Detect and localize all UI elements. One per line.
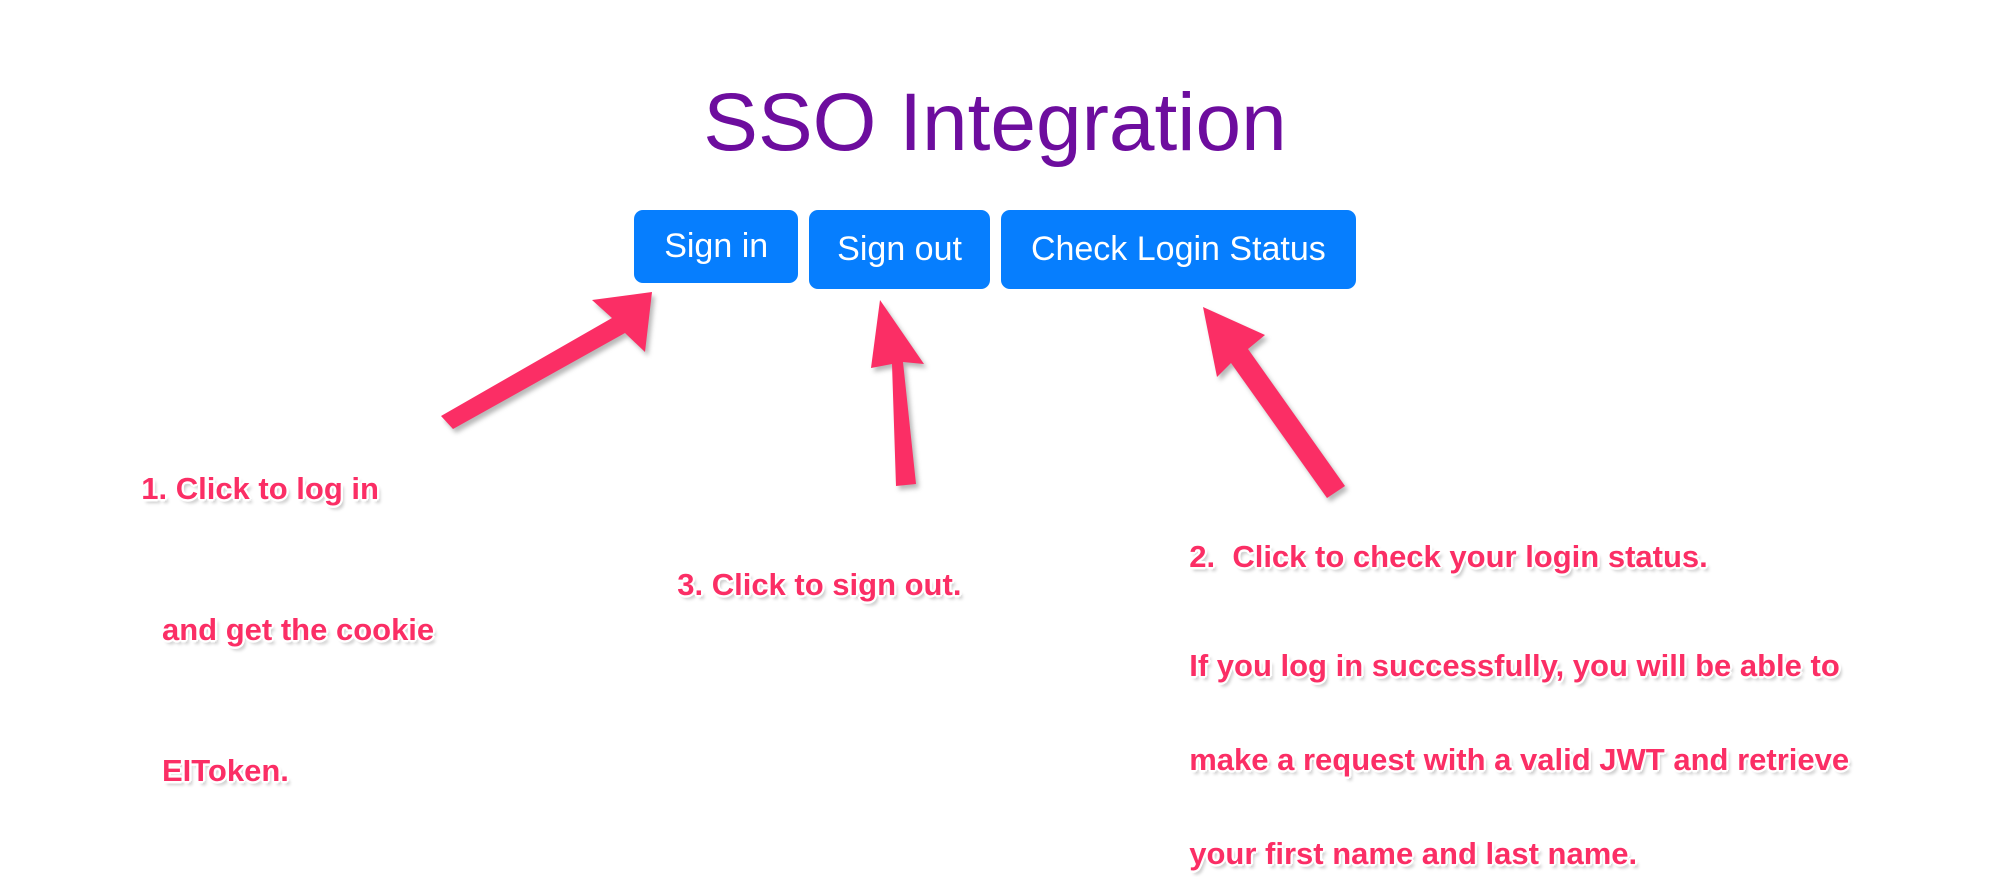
annotation-step-2-detail-line-2: make a request with a valid JWT and retr… <box>1189 742 1850 777</box>
sign-in-button[interactable]: Sign in <box>634 210 799 283</box>
annotation-step-2-line-1: 2. Click to check your login status. <box>1189 539 1708 575</box>
page-title: SSO Integration <box>703 76 1287 168</box>
annotation-step-1-line-1: 1. Click to log in <box>141 471 379 506</box>
annotation-step-2-detail-line-3: your first name and last name. <box>1189 836 1638 871</box>
annotation-step-1: 1. Click to log in and get the cookie EI… <box>124 418 434 841</box>
check-login-status-button[interactable]: Check Login Status <box>1000 210 1356 289</box>
annotation-step-2-detail-line-1: If you log in successfully, you will be … <box>1189 648 1840 683</box>
annotation-step-1-line-3: EIToken. <box>162 753 289 788</box>
annotation-step-3: 3. Click to sign out. <box>660 528 961 605</box>
sign-out-button[interactable]: Sign out <box>809 210 990 289</box>
arrow-to-sign-out-icon <box>871 300 924 486</box>
arrow-to-sign-in-icon <box>441 292 652 429</box>
action-button-row: Sign in Sign out Check Login Status <box>0 210 1990 289</box>
annotation-step-2: 2. Click to check your login status. <box>1172 500 1708 577</box>
annotation-step-2-detail: If you log in successfully, you will be … <box>1172 595 1849 877</box>
annotation-step-3-line-1: 3. Click to sign out. <box>677 567 962 603</box>
annotation-step-1-line-2: and get the cookie <box>162 612 435 647</box>
arrow-to-check-login-status-icon <box>1203 307 1345 498</box>
